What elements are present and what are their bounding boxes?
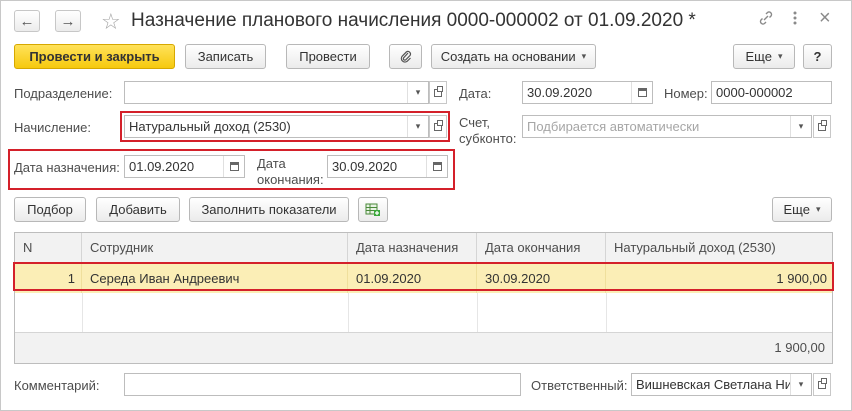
dropdown-arrow-icon[interactable]: ▾: [407, 82, 428, 103]
column-header-natural-income[interactable]: Натуральный доход (2530): [606, 233, 833, 263]
assign-date-field[interactable]: 01.09.2020: [124, 155, 245, 178]
total-natural-income: 1 900,00: [774, 340, 825, 355]
responsible-field[interactable]: Вишневская Светлана Ни ▾: [631, 373, 812, 396]
cell-start-date[interactable]: 01.09.2020: [348, 264, 477, 293]
close-icon[interactable]: ×: [819, 7, 831, 30]
department-label: Подразделение:: [14, 86, 113, 101]
table-add-icon: [365, 203, 380, 216]
assign-date-label: Дата назначения:: [14, 160, 120, 175]
comment-label: Комментарий:: [14, 378, 100, 393]
number-label: Номер:: [664, 86, 708, 101]
dropdown-arrow-icon[interactable]: ▾: [790, 116, 811, 137]
attach-button[interactable]: [389, 44, 422, 69]
account-label-line1: Счет,: [459, 115, 490, 130]
responsible-value: Вишневская Светлана Ни: [636, 377, 790, 392]
forward-button[interactable]: →: [55, 10, 81, 32]
accrual-label: Начисление:: [14, 120, 91, 135]
assign-date-value: 01.09.2020: [129, 159, 195, 174]
cell-n[interactable]: 1: [15, 264, 82, 293]
table-more-button[interactable]: Еще ▾: [772, 197, 832, 222]
comment-field[interactable]: [124, 373, 521, 396]
paperclip-icon: [400, 50, 411, 63]
employees-table[interactable]: N Сотрудник Дата назначения Дата окончан…: [14, 232, 833, 364]
end-date-field[interactable]: 30.09.2020: [327, 155, 448, 178]
date-field[interactable]: 30.09.2020: [522, 81, 653, 104]
open-form-icon: [818, 119, 827, 131]
back-button[interactable]: ←: [14, 10, 40, 32]
table-footer: 1 900,00: [15, 332, 832, 363]
number-value: 0000-000002: [716, 85, 793, 100]
post-button[interactable]: Провести: [286, 44, 370, 69]
column-header-employee[interactable]: Сотрудник: [82, 233, 348, 263]
account-open-button[interactable]: [813, 115, 831, 138]
post-and-close-button[interactable]: Провести и закрыть: [14, 44, 175, 69]
chevron-down-icon: ▾: [777, 51, 783, 61]
column-header-end-date[interactable]: Дата окончания: [477, 233, 606, 263]
cell-end-date[interactable]: 30.09.2020: [477, 264, 606, 293]
chevron-down-icon: ▾: [815, 204, 821, 214]
table-more-label: Еще: [783, 202, 810, 217]
calendar-icon[interactable]: [223, 156, 244, 177]
date-value: 30.09.2020: [527, 85, 593, 100]
calendar-icon[interactable]: [631, 82, 652, 103]
date-label: Дата:: [459, 86, 492, 101]
chevron-down-icon: ▾: [581, 51, 587, 61]
document-window: ← → ☆ Назначение планового начисления 00…: [0, 0, 852, 411]
page-title: Назначение планового начисления 0000-000…: [131, 10, 696, 31]
arrow-left-icon: ←: [19, 12, 35, 30]
link-icon[interactable]: [758, 10, 774, 31]
end-date-label-line1: Дата: [257, 156, 286, 171]
create-based-on-label: Создать на основании: [440, 49, 576, 64]
dropdown-arrow-icon[interactable]: ▾: [407, 116, 428, 137]
accrual-open-button[interactable]: [429, 115, 447, 138]
excel-import-button[interactable]: [358, 197, 388, 222]
end-date-value: 30.09.2020: [332, 159, 398, 174]
more-vertical-icon[interactable]: [792, 10, 798, 31]
account-placeholder: Подбирается автоматически: [527, 119, 700, 134]
dropdown-arrow-icon[interactable]: ▾: [790, 374, 811, 395]
table-row[interactable]: 1 Середа Иван Андреевич 01.09.2020 30.09…: [15, 264, 832, 293]
account-field[interactable]: Подбирается автоматически ▾: [522, 115, 812, 138]
favorite-star-icon[interactable]: ☆: [101, 9, 121, 35]
department-open-button[interactable]: [429, 81, 447, 104]
save-button[interactable]: Записать: [185, 44, 266, 69]
end-date-label-line2: окончания:: [257, 172, 324, 187]
create-based-on-button[interactable]: Создать на основании ▾: [431, 44, 596, 69]
cell-natural-income[interactable]: 1 900,00: [606, 264, 833, 293]
column-header-start-date[interactable]: Дата назначения: [348, 233, 477, 263]
fill-indicators-button[interactable]: Заполнить показатели: [189, 197, 349, 222]
department-field[interactable]: ▾: [124, 81, 429, 104]
accrual-value: Натуральный доход (2530): [129, 119, 291, 134]
accrual-field[interactable]: Натуральный доход (2530) ▾: [124, 115, 429, 138]
arrow-right-icon: →: [60, 12, 76, 30]
calendar-icon[interactable]: [426, 156, 447, 177]
responsible-open-button[interactable]: [813, 373, 831, 396]
add-button[interactable]: Добавить: [96, 197, 180, 222]
open-form-icon: [434, 85, 443, 97]
table-header: N Сотрудник Дата назначения Дата окончан…: [15, 233, 832, 264]
number-field[interactable]: 0000-000002: [711, 81, 832, 104]
account-label-line2: субконто:: [459, 131, 517, 146]
help-button[interactable]: ?: [803, 44, 832, 69]
open-form-icon: [434, 119, 443, 131]
column-header-n[interactable]: N: [15, 233, 82, 263]
open-form-icon: [818, 377, 827, 389]
select-button[interactable]: Подбор: [14, 197, 86, 222]
responsible-label: Ответственный:: [531, 378, 628, 393]
more-label: Еще: [745, 49, 772, 64]
cell-employee[interactable]: Середа Иван Андреевич: [82, 264, 348, 293]
more-button[interactable]: Еще ▾: [733, 44, 795, 69]
